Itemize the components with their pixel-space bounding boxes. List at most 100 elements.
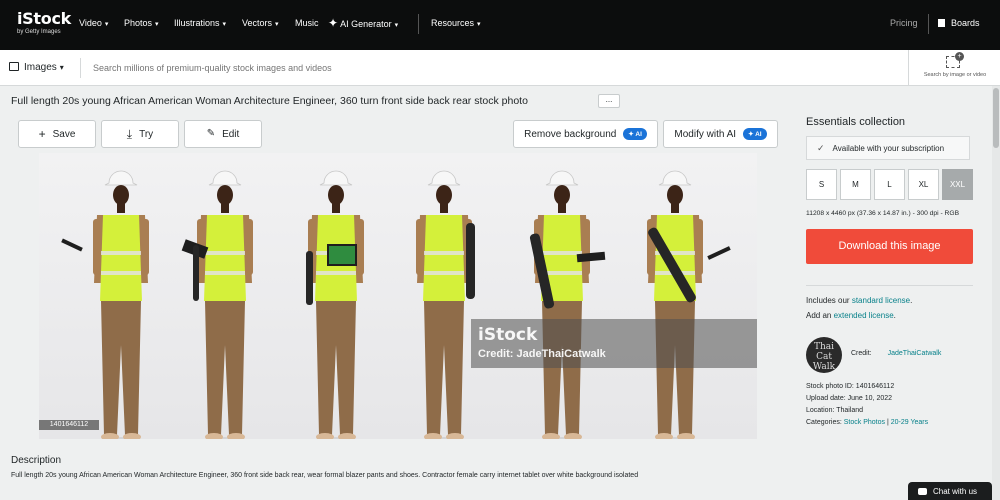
description-text: Full length 20s young African American W… — [11, 472, 639, 479]
nav-video-label: Video — [79, 18, 102, 28]
category-20-29-years-link[interactable]: 20-29 Years — [891, 419, 928, 426]
extended-license-link[interactable]: extended license — [834, 311, 894, 320]
watermark-credit: Credit: JadeThaiCatwalk — [478, 348, 606, 360]
upload-date: Upload date: June 10, 2022 — [806, 395, 893, 402]
chevron-down-icon: ▾ — [477, 21, 481, 28]
media-type-label: Images — [24, 62, 57, 73]
chevron-down-icon: ▾ — [59, 63, 64, 72]
image-dimensions: 11208 x 4460 px (37.36 x 14.87 in.) - 30… — [806, 210, 960, 217]
license-prefix: Add an — [806, 311, 832, 320]
scrollbar-thumb[interactable] — [993, 88, 999, 148]
nav-music[interactable]: Music — [295, 18, 319, 28]
search-input[interactable] — [93, 60, 793, 76]
size-option-s[interactable]: S — [806, 169, 837, 200]
boards-icon — [938, 19, 945, 27]
nav-divider — [928, 14, 929, 34]
save-label: Save — [52, 128, 76, 140]
chevron-down-icon: ▾ — [104, 21, 109, 28]
top-nav: iStock by Getty Images Video ▾ Photos ▾ Il… — [0, 0, 1000, 50]
chevron-down-icon: ▾ — [275, 21, 279, 28]
istock-logo[interactable]: iStock by Getty Images — [17, 9, 71, 36]
chat-icon — [918, 487, 927, 495]
nav-vectors[interactable]: Vectors ▾ — [242, 18, 279, 28]
license-suffix: . — [910, 296, 913, 305]
image-icon — [9, 62, 19, 71]
size-option-xxl[interactable]: XXL — [942, 169, 973, 200]
size-option-m[interactable]: M — [840, 169, 871, 200]
credit-line: Credit: JadeThaiCatwalk — [851, 350, 941, 357]
remove-background-label: Remove background — [524, 128, 617, 140]
stock-photo-preview[interactable] — [39, 153, 757, 439]
ai-badge-label: AI — [755, 131, 762, 138]
extended-license-line: Add an extended license. — [806, 311, 896, 320]
availability-box: ✓ Available with your subscription — [806, 136, 970, 160]
modify-with-ai-button[interactable]: Modify with AI ✦ AI — [663, 120, 778, 148]
collection-title: Essentials collection — [806, 116, 906, 128]
category-stock-photos-link[interactable]: Stock Photos — [844, 419, 885, 426]
chevron-down-icon: ▾ — [394, 22, 399, 29]
nav-ai-generator[interactable]: ✦ AI Generator ▾ — [328, 16, 398, 30]
panel-divider — [806, 285, 973, 286]
media-type-dropdown[interactable]: Images ▾ — [9, 62, 64, 73]
edit-icon: ✎ — [206, 128, 216, 139]
logo-text: iStock — [17, 9, 71, 28]
nav-illustrations-label: Illustrations — [174, 18, 220, 28]
search-by-image-label: Search by image or video — [923, 72, 987, 78]
size-option-xl[interactable]: XL — [908, 169, 939, 200]
more-button[interactable]: ... — [598, 94, 620, 108]
license-prefix: Includes our — [806, 296, 850, 305]
asset-title: Full length 20s young African American W… — [11, 95, 528, 107]
avatar-text: Thai Cat Walk — [812, 342, 836, 372]
plus-icon: + — [38, 127, 46, 141]
description-heading: Description — [11, 455, 62, 466]
nav-boards[interactable]: Boards — [938, 18, 980, 28]
license-suffix: . — [893, 311, 896, 320]
remove-background-button[interactable]: Remove background ✦ AI — [513, 120, 658, 148]
stock-photo-id: Stock photo ID: 1401646112 — [806, 383, 895, 390]
nav-pricing[interactable]: Pricing — [890, 18, 918, 28]
photo-figures — [61, 170, 731, 439]
nav-boards-label: Boards — [951, 18, 980, 28]
nav-illustrations[interactable]: Illustrations ▾ — [174, 18, 226, 28]
contributor-avatar[interactable]: Thai Cat Walk — [806, 337, 842, 373]
category-separator: | — [886, 419, 889, 426]
standard-license-link[interactable]: standard license — [852, 296, 910, 305]
nav-photos[interactable]: Photos ▾ — [124, 18, 159, 28]
nav-vectors-label: Vectors — [242, 18, 273, 28]
download-icon: ⤓ — [126, 127, 133, 141]
nav-music-label: Music — [295, 18, 319, 28]
chat-label: Chat with us — [933, 486, 978, 496]
nav-video[interactable]: Video ▾ — [79, 18, 108, 28]
chevron-down-icon: ▾ — [155, 21, 159, 28]
search-bar: Images▾ + Search by image or video — [0, 50, 1000, 86]
standard-license-line: Includes our standard license. — [806, 296, 912, 305]
watermark-brand: iStock — [478, 325, 538, 345]
logo-subtext: by Getty Images — [17, 29, 61, 35]
nav-photos-label: Photos — [124, 18, 153, 28]
nav-divider — [418, 14, 419, 34]
sparkle-icon: ✦ — [328, 16, 339, 30]
categories: Categories: Stock Photos | 20-29 Years — [806, 419, 928, 426]
edit-label: Edit — [222, 128, 240, 140]
chat-button[interactable]: Chat with us — [908, 482, 992, 500]
location: Location: Thailand — [806, 407, 864, 414]
size-option-l[interactable]: L — [874, 169, 905, 200]
nav-ai-generator-label: AI Generator — [340, 19, 392, 29]
plus-icon: + — [955, 52, 964, 61]
contributor-link[interactable]: JadeThaiCatwalk — [888, 350, 942, 357]
ai-badge: ✦ AI — [623, 128, 647, 140]
chevron-down-icon: ▾ — [222, 21, 227, 28]
try-button[interactable]: ⤓ Try — [101, 120, 179, 148]
ai-badge: ✦ AI — [743, 128, 767, 140]
save-button[interactable]: + Save — [18, 120, 96, 148]
edit-button[interactable]: ✎ Edit — [184, 120, 262, 148]
check-icon: ✓ — [817, 142, 825, 153]
categories-label: Categories: — [806, 419, 842, 426]
download-button[interactable]: Download this image — [806, 229, 973, 264]
nav-resources[interactable]: Resources ▾ — [431, 18, 481, 28]
ai-badge-label: AI — [635, 131, 642, 138]
page-scrollbar[interactable] — [992, 86, 1000, 500]
search-by-image-button[interactable]: + Search by image or video — [908, 50, 1000, 86]
search-divider — [80, 58, 81, 78]
photo-id-badge: 1401646112 — [39, 420, 99, 430]
